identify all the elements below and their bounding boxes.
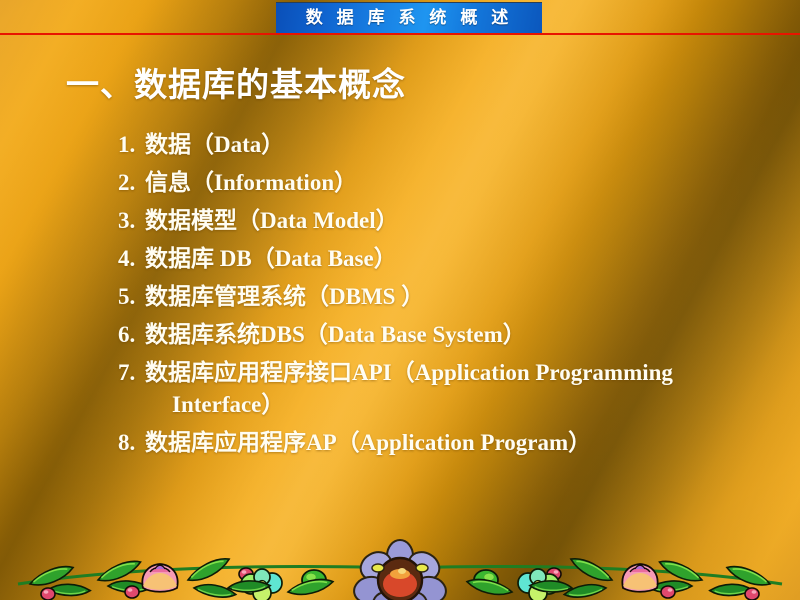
list-item-label-line1: 数据库应用程序接口API（Application Programming bbox=[145, 360, 673, 385]
list-item-label: 数据库管理系统（DBMS ） bbox=[145, 284, 425, 309]
list-item: 4. 数据库 DB（Data Base） bbox=[118, 247, 780, 270]
list-item-number: 5. bbox=[118, 284, 136, 309]
list-item-label: 数据库 DB（Data Base） bbox=[145, 246, 397, 271]
page-title: 一、数据库的基本概念 bbox=[66, 65, 406, 104]
list-item: 8. 数据库应用程序AP（Application Program） bbox=[118, 431, 780, 454]
banner-title-text: 数 据 库 系 统 概 述 bbox=[305, 7, 513, 28]
slide-canvas: 数 据 库 系 统 概 述 一、数据库的基本概念 1. 数据（Data） 2. … bbox=[0, 0, 800, 600]
list-item: 1. 数据（Data） bbox=[118, 133, 780, 156]
list-item-label: 数据库应用程序AP（Application Program） bbox=[145, 430, 592, 455]
flower-garland-icon bbox=[17, 538, 783, 600]
list-item-number: 6. bbox=[118, 322, 136, 347]
list-item-label: 数据（Data） bbox=[145, 132, 285, 157]
list-item-label-line2: Interface） bbox=[172, 392, 285, 417]
list-item-number: 4. bbox=[118, 246, 136, 271]
list-item-label: 数据模型（Data Model） bbox=[145, 208, 399, 233]
list-item-label: 信息（Information） bbox=[145, 170, 358, 195]
list-item-label: 数据库应用程序接口API（Application Programming Int… bbox=[144, 361, 780, 416]
list-item-number: 7. bbox=[118, 360, 136, 385]
concept-list: 1. 数据（Data） 2. 信息（Information） 3. 数据模型（D… bbox=[118, 133, 780, 469]
title-banner: 数 据 库 系 统 概 述 bbox=[276, 2, 542, 33]
header-divider-rule bbox=[0, 33, 800, 35]
list-item-number: 3. bbox=[118, 208, 136, 233]
list-item: 2. 信息（Information） bbox=[118, 171, 780, 194]
list-item-number: 2. bbox=[118, 170, 136, 195]
list-item-label: 数据库系统DBS（Data Base System） bbox=[145, 322, 526, 347]
list-item: 3. 数据模型（Data Model） bbox=[118, 209, 780, 232]
list-item-number: 1. bbox=[118, 132, 136, 157]
list-item: 6. 数据库系统DBS（Data Base System） bbox=[118, 323, 780, 346]
list-item-number: 8. bbox=[118, 430, 136, 455]
list-item: 7. 数据库应用程序接口API（Application Programming … bbox=[118, 361, 780, 416]
list-item: 5. 数据库管理系统（DBMS ） bbox=[118, 285, 780, 308]
